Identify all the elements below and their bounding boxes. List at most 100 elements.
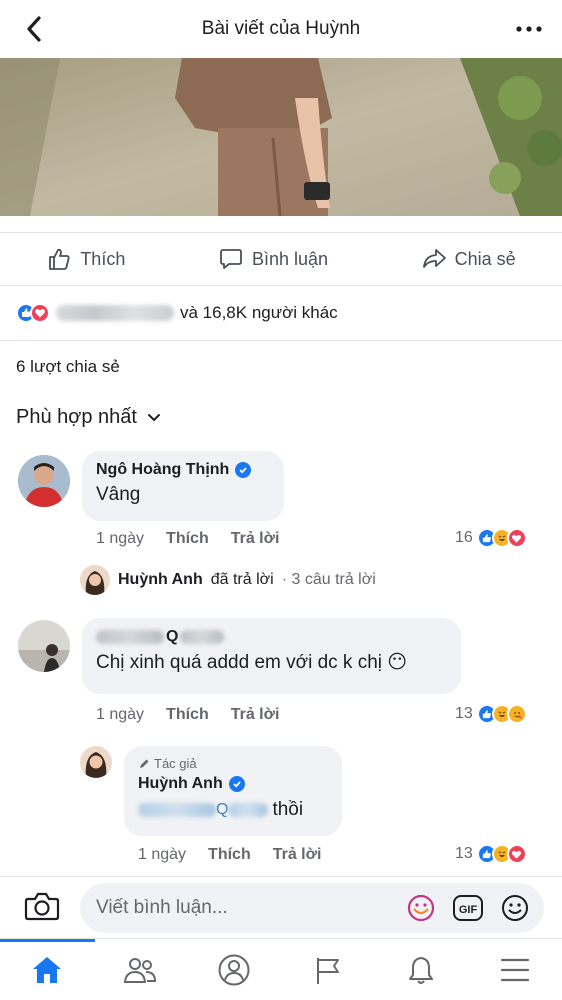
pencil-icon	[140, 759, 149, 768]
comment-text: Vâng	[96, 484, 141, 505]
reactions-summary[interactable]: và 16,8K người khác	[16, 297, 338, 329]
tab-notifications[interactable]	[391, 945, 451, 995]
pages-flag-icon	[316, 957, 339, 984]
love-reaction-icon	[506, 844, 527, 864]
author-badge: Tác giả	[138, 756, 328, 771]
chevron-down-icon	[148, 414, 160, 422]
share-button[interactable]: Chia sẻ	[421, 246, 516, 272]
comment-bubble-icon	[220, 249, 242, 269]
love-reaction-icon	[506, 528, 527, 548]
reply-action-text: đã trả lời	[210, 571, 274, 588]
tab-profile[interactable]	[204, 945, 264, 995]
comment-bubble[interactable]: Ngô Hoàng Thịnh Vâng	[82, 451, 284, 521]
back-button[interactable]	[20, 14, 48, 44]
verified-badge-icon	[228, 776, 245, 792]
comment-like-button[interactable]: Thích	[166, 530, 209, 548]
gif-icon[interactable]: GIF	[452, 894, 484, 922]
comment-author[interactable]: Q	[96, 628, 447, 646]
profile-icon	[218, 954, 250, 985]
more-options-button[interactable]	[514, 18, 544, 40]
reply-reply-button[interactable]: Trả lời	[273, 846, 322, 864]
reply-reactions[interactable]: 13	[455, 844, 527, 864]
reply-like-button[interactable]: Thích	[208, 846, 251, 864]
comment-author-name: Q	[166, 628, 179, 645]
comment-time: 1 ngày	[96, 706, 145, 723]
comment-reactions[interactable]: 16	[455, 528, 527, 548]
blurred-name	[56, 305, 174, 321]
camera-icon	[24, 892, 60, 921]
sort-label: Phù hợp nhất	[16, 406, 137, 428]
home-icon	[32, 956, 61, 983]
blurred-mention	[138, 803, 216, 817]
comment-label: Bình luận	[251, 248, 329, 269]
blurred-mention	[228, 803, 269, 817]
reply-author-name: Huỳnh Anh	[138, 775, 223, 792]
reply-text: Q thồi	[138, 799, 328, 821]
chevron-left-icon	[27, 16, 41, 42]
comment-reply-button[interactable]: Trả lời	[231, 530, 280, 548]
comment-text: Chị xinh quá addd em với dc k chị 😶	[96, 652, 408, 673]
blurred-name	[180, 630, 225, 644]
reply-author[interactable]: Huỳnh Anh	[138, 775, 328, 793]
comment-author-name: Ngô Hoàng Thịnh	[96, 461, 230, 478]
like-button[interactable]: Thích	[46, 246, 125, 272]
comment-like-button[interactable]: Thích	[166, 706, 209, 724]
verified-badge-icon	[235, 462, 252, 478]
sticker-icon[interactable]	[406, 893, 436, 923]
view-replies-link[interactable]: Huỳnh Anh đã trả lời · 3 câu trả lời	[80, 565, 376, 595]
comment-reaction-count: 16	[455, 529, 473, 546]
comment-reaction-count: 13	[455, 705, 473, 722]
avatar[interactable]	[80, 746, 112, 778]
top-bar: Bài viết của Huỳnh	[0, 0, 562, 58]
tab-pages[interactable]	[298, 945, 358, 995]
reactions-count-text: và 16,8K người khác	[180, 303, 338, 322]
like-label: Thích	[80, 248, 126, 269]
thumbs-up-icon	[49, 248, 70, 270]
comment-composer: Viết bình luận... GIF	[0, 876, 562, 936]
tab-friends[interactable]	[110, 945, 170, 995]
comment-meta: 1 ngày Thích Trả lời	[96, 530, 279, 548]
reply-author: Huỳnh Anh	[118, 571, 203, 588]
more-dots-icon	[516, 26, 542, 32]
comment-sort-dropdown[interactable]: Phù hợp nhất	[16, 406, 161, 429]
camera-button[interactable]	[24, 891, 60, 926]
reply-count: · 3 câu trả lời	[281, 571, 376, 588]
friends-icon	[124, 957, 157, 983]
share-arrow-icon	[422, 249, 446, 268]
tab-home[interactable]	[0, 938, 95, 995]
menu-icon	[501, 958, 530, 981]
comment-input-placeholder: Viết bình luận...	[96, 897, 228, 918]
avatar[interactable]	[18, 620, 70, 672]
tab-menu[interactable]	[485, 945, 545, 995]
avatar[interactable]	[18, 455, 70, 507]
comment-time: 1 ngày	[96, 530, 145, 547]
shares-count[interactable]: 6 lượt chia sẻ	[16, 357, 120, 377]
reply-time: 1 ngày	[138, 846, 187, 863]
page-title: Bài viết của Huỳnh	[201, 18, 361, 39]
divider	[0, 340, 562, 341]
blurred-name	[96, 630, 164, 644]
comment-reply-button[interactable]: Trả lời	[231, 706, 280, 724]
bottom-tab-bar	[0, 938, 562, 1000]
comment-button[interactable]: Bình luận	[218, 246, 328, 272]
post-photo[interactable]	[0, 58, 562, 216]
reply-bubble[interactable]: Tác giả Huỳnh Anh Q thồi	[124, 746, 342, 836]
reply-text-end: thồi	[272, 799, 304, 820]
bell-icon	[409, 956, 434, 984]
svg-text:GIF: GIF	[459, 904, 478, 916]
reply-meta: 1 ngày Thích Trả lời	[138, 846, 321, 864]
post-actions-bar: Thích Bình luận Chia sẻ	[0, 232, 562, 286]
comment-input[interactable]: Viết bình luận... GIF	[80, 883, 544, 933]
emoji-icon[interactable]	[500, 893, 530, 923]
comment-author[interactable]: Ngô Hoàng Thịnh	[96, 461, 270, 479]
comment-reactions[interactable]: 13	[455, 704, 527, 724]
mention-visible[interactable]: Q	[216, 801, 228, 819]
post-photo-image	[0, 58, 562, 216]
reply-reaction-count: 13	[455, 845, 473, 862]
love-reaction-icon	[30, 303, 50, 323]
author-badge-label: Tác giả	[154, 756, 197, 771]
avatar	[80, 565, 110, 595]
care-reaction-icon	[506, 704, 527, 724]
share-label: Chia sẻ	[454, 248, 516, 269]
comment-bubble[interactable]: Q Chị xinh quá addd em với dc k chị 😶	[82, 618, 461, 694]
